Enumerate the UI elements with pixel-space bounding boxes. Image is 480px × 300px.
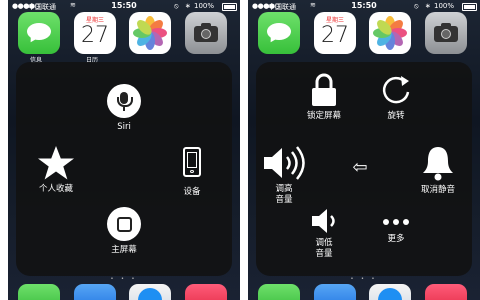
more-dots-icon <box>383 219 409 225</box>
device-label: 设备 <box>183 187 201 197</box>
phone-screen-right: ●●●●○ 中国联通 ≋ 15:50 ⦸ ∗ 100% 星期三 27 锁定屏幕 … <box>248 0 480 300</box>
home-button[interactable]: 主屏幕 <box>100 207 148 256</box>
battery-icon <box>222 3 237 11</box>
rotation-lock-icon: ⦸ <box>414 2 419 10</box>
page-indicator: • • • <box>350 276 378 282</box>
battery-percent: 100% <box>194 2 215 10</box>
rotation-lock-icon: ⦸ <box>174 2 179 10</box>
battery-percent: 100% <box>434 2 455 10</box>
lock-screen-label: 锁定屏幕 <box>306 111 341 121</box>
safari-app-icon[interactable] <box>369 284 411 300</box>
phone-device-icon <box>183 147 201 177</box>
photos-flower-icon <box>133 16 167 50</box>
speaker-quiet-icon <box>312 209 335 233</box>
star-icon <box>38 146 74 180</box>
camera-app-icon[interactable] <box>425 12 467 54</box>
lock-icon <box>312 73 336 106</box>
favorites-label: 个人收藏 <box>38 184 73 194</box>
bluetooth-icon: ∗ <box>185 2 191 10</box>
favorites-button[interactable]: 个人收藏 <box>28 145 84 195</box>
phone-screen-left: ●●●●○ 中国联通 ≋ 15:50 ⦸ ∗ 100% 星期三 27 信息 日历… <box>8 0 240 300</box>
rotate-button[interactable]: 旋转 <box>372 72 420 122</box>
bell-icon <box>423 147 453 181</box>
back-arrow-icon: ⇦ <box>352 157 368 178</box>
messages-app-icon[interactable] <box>18 12 60 54</box>
unmute-label: 取消静音 <box>420 185 455 195</box>
calendar-app-icon[interactable]: 星期三 27 <box>74 12 116 54</box>
status-bar: ●●●●○ 中国联通 ≋ 15:50 ⦸ ∗ 100% <box>8 0 240 12</box>
status-bar: ●●●●○ 中国联通 ≋ 15:50 ⦸ ∗ 100% <box>248 0 480 12</box>
home-square-icon <box>107 207 141 241</box>
volume-down-label: 调低 音量 <box>315 238 333 259</box>
photos-flower-icon <box>373 16 407 50</box>
lock-screen-button[interactable]: 锁定屏幕 <box>296 72 352 122</box>
home-label: 主屏幕 <box>111 245 137 255</box>
music-app-icon[interactable] <box>425 284 467 300</box>
siri-button[interactable]: Siri <box>100 84 148 133</box>
microphone-icon <box>107 84 141 118</box>
music-app-icon[interactable] <box>185 284 227 300</box>
battery-icon <box>462 3 477 11</box>
phone-app-icon[interactable] <box>258 284 300 300</box>
device-button[interactable]: 设备 <box>172 147 212 198</box>
more-button[interactable]: 更多 <box>376 216 416 245</box>
calendar-day: 27 <box>321 23 349 48</box>
messages-app-icon[interactable] <box>258 12 300 54</box>
safari-app-icon[interactable] <box>129 284 171 300</box>
more-label: 更多 <box>387 234 405 244</box>
speaker-loud-icon <box>264 146 305 180</box>
calendar-day: 27 <box>81 23 109 48</box>
rotate-icon <box>382 76 410 104</box>
phone-app-icon[interactable] <box>18 284 60 300</box>
siri-label: Siri <box>117 122 131 132</box>
mail-app-icon[interactable] <box>314 284 356 300</box>
photos-app-icon[interactable] <box>129 12 171 54</box>
page-indicator: • • • <box>110 276 138 282</box>
volume-down-button[interactable]: 调低 音量 <box>300 206 348 260</box>
rotate-label: 旋转 <box>387 111 405 121</box>
bluetooth-icon: ∗ <box>425 2 431 10</box>
volume-up-button[interactable]: 调高 音量 <box>258 144 310 206</box>
camera-app-icon[interactable] <box>185 12 227 54</box>
mail-app-icon[interactable] <box>74 284 116 300</box>
volume-up-label: 调高 音量 <box>275 184 293 205</box>
back-button[interactable]: ⇦ <box>348 158 372 178</box>
calendar-app-icon[interactable]: 星期三 27 <box>314 12 356 54</box>
photos-app-icon[interactable] <box>369 12 411 54</box>
unmute-button[interactable]: 取消静音 <box>410 144 466 196</box>
